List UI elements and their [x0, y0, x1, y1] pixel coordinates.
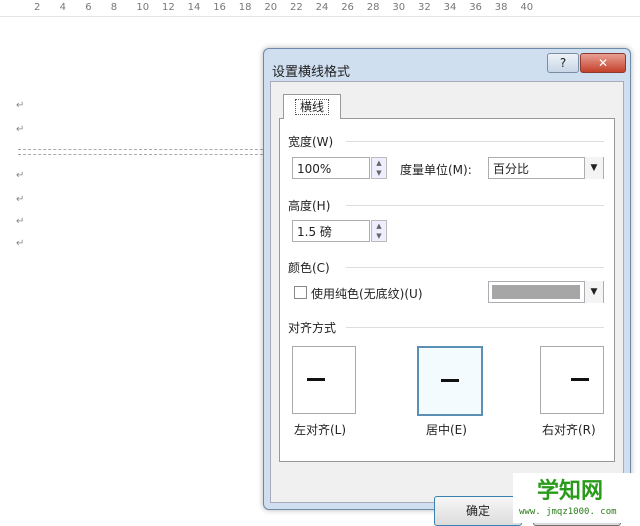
- chevron-down-icon[interactable]: ▼: [584, 281, 603, 303]
- ruler-tick: 14: [187, 2, 201, 13]
- solid-color-checkbox[interactable]: [294, 286, 307, 299]
- height-input[interactable]: 1.5 磅: [292, 220, 370, 242]
- tab-label: 横线: [294, 99, 329, 115]
- alignment-label: 对齐方式: [288, 321, 337, 335]
- format-horizontal-line-dialog: 设置横线格式 ? ✕ 横线 宽度(W) 100% ▲ ▼ 度量单位(M): 百分比…: [263, 48, 631, 526]
- ruler-tick: 26: [341, 2, 354, 13]
- tab-horizontal-line[interactable]: 横线: [283, 94, 341, 119]
- width-input[interactable]: 100%: [292, 157, 370, 179]
- align-center-label: 居中(E): [426, 423, 467, 437]
- align-left-label: 左对齐(L): [294, 423, 347, 437]
- color-picker[interactable]: ▼: [488, 281, 604, 303]
- ruler: 2 4 6 8 10 12 14 16 18 20 22 24 26 28 30 32 34 36 38 40: [0, 0, 640, 17]
- watermark-name: 学知网: [537, 479, 604, 504]
- paragraph-mark: ↵: [16, 238, 25, 249]
- ruler-tick: 8: [110, 2, 118, 13]
- unit-value: 百分比: [493, 162, 530, 176]
- paragraph-mark: ↵: [16, 216, 25, 227]
- paragraph-mark: ↵: [16, 170, 25, 181]
- ruler-tick: 34: [443, 2, 457, 13]
- unit-select[interactable]: 百分比 ▼: [488, 157, 604, 179]
- color-swatch: [492, 285, 580, 299]
- ruler-tick: 6: [85, 2, 92, 13]
- align-left-option[interactable]: [292, 346, 356, 414]
- watermark-logo: 学知网 www. jmqz1000. com: [513, 473, 640, 523]
- dialog-title: 设置横线格式: [272, 65, 351, 80]
- ruler-tick: 36: [469, 2, 482, 13]
- help-button[interactable]: ?: [547, 53, 579, 73]
- ruler-tick: 30: [392, 2, 406, 13]
- ruler-tick: 4: [59, 2, 66, 13]
- close-button[interactable]: ✕: [580, 53, 626, 73]
- align-right-label: 右对齐(R): [542, 423, 596, 437]
- dialog-body: 横线 宽度(W) 100% ▲ ▼ 度量单位(M): 百分比 ▼ 高度(H) 1.5…: [270, 81, 624, 526]
- align-center-option[interactable]: [417, 346, 483, 416]
- color-label: 颜色(C): [288, 261, 330, 275]
- align-right-option[interactable]: [540, 346, 604, 414]
- horizontal-line[interactable]: [18, 149, 268, 155]
- unit-label: 度量单位(M):: [400, 163, 472, 177]
- ok-button[interactable]: 确定: [434, 496, 522, 526]
- paragraph-mark: ↵: [16, 194, 25, 205]
- ruler-tick: 22: [290, 2, 303, 13]
- ruler-tick: 10: [136, 2, 150, 13]
- watermark-url: www. jmqz1000. com: [519, 507, 617, 517]
- ruler-tick: 40: [520, 2, 534, 13]
- ruler-tick: 20: [264, 2, 278, 13]
- ruler-tick: 28: [366, 2, 380, 13]
- solid-color-label: 使用纯色(无底纹)(U): [311, 287, 423, 301]
- ruler-tick: 24: [315, 2, 329, 13]
- paragraph-mark: ↵: [16, 124, 25, 135]
- height-spinner[interactable]: ▲ ▼: [371, 220, 387, 242]
- width-spinner[interactable]: ▲ ▼: [371, 157, 387, 179]
- chevron-down-icon[interactable]: ▼: [584, 157, 603, 179]
- ruler-tick: 32: [418, 2, 431, 13]
- ruler-tick: 12: [162, 2, 175, 13]
- height-label: 高度(H): [288, 199, 331, 213]
- ruler-tick: 18: [238, 2, 252, 13]
- ruler-tick: 16: [213, 2, 226, 13]
- width-label: 宽度(W): [288, 135, 334, 149]
- paragraph-mark: ↵: [16, 100, 25, 111]
- ruler-tick: 38: [494, 2, 508, 13]
- tab-panel: 宽度(W) 100% ▲ ▼ 度量单位(M): 百分比 ▼ 高度(H) 1.5 磅 …: [279, 118, 615, 462]
- ruler-tick: 2: [34, 2, 41, 13]
